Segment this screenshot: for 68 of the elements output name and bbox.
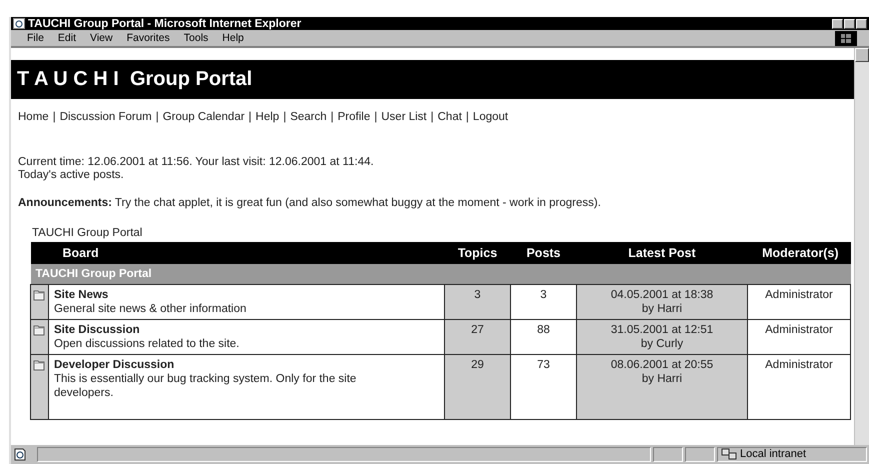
table-cell: 3	[510, 284, 576, 320]
column-header: Board	[30, 242, 444, 264]
announcement-text: Announcements: Try the chat applet, it is great fun (and also somewhat buggy at the moment - work in progress).	[18, 197, 602, 209]
nav-link[interactable]: Chat	[438, 111, 462, 123]
nav-link[interactable]: Discussion Forum	[60, 111, 152, 123]
menu-item[interactable]: Tools	[184, 32, 208, 44]
menu-item[interactable]: View	[90, 32, 113, 44]
nav-link[interactable]: Home	[18, 111, 49, 123]
board-description: This is essentially our bug tracking system. Only for the site developers.	[54, 373, 356, 399]
table-cell: Administrator	[748, 284, 850, 320]
folder-icon	[33, 359, 45, 371]
separator: |	[330, 111, 334, 123]
post-author: by Harri	[640, 302, 684, 316]
folder-icon	[33, 289, 45, 301]
folder-icon	[33, 324, 45, 336]
table-cell: Administrator	[748, 320, 850, 354]
table-cell: 3	[444, 284, 510, 320]
minimize-button[interactable]	[832, 18, 843, 28]
browser-icon	[13, 18, 25, 29]
menu-item[interactable]: Favorites	[126, 32, 170, 44]
table-cell: 27	[444, 320, 510, 354]
board-link[interactable]: Site Discussion	[54, 323, 439, 337]
menu-item[interactable]: Help	[222, 32, 244, 44]
breadcrumb-link[interactable]: TAUCHI Group Portal	[32, 227, 854, 239]
menu-item[interactable]: File	[27, 32, 44, 44]
post-date: 31.05.2001 at 12:51	[610, 323, 714, 337]
nav-link[interactable]: Logout	[472, 111, 508, 123]
post-author: by Curly	[640, 337, 684, 351]
post-date: 08.06.2001 at 20:55	[610, 358, 714, 372]
separator: |	[52, 111, 56, 123]
board-link[interactable]: Site News	[54, 288, 439, 302]
maximize-button[interactable]	[844, 18, 855, 28]
scroll-up-button[interactable]	[855, 48, 869, 62]
post-date: 04.05.2001 at 18:38	[610, 288, 714, 302]
nav-link[interactable]: Search	[290, 111, 327, 123]
current-time-text: Current time: 12.06.2001 at 11:56. Your last visit: 12.06.2001 at 11:44.	[18, 156, 375, 168]
page-header: T A U C H I Group Portal	[11, 60, 854, 99]
column-header: Moderator(s)	[748, 242, 850, 264]
board-description: Open discussions related to the site.	[54, 338, 240, 350]
separator: |	[283, 111, 286, 123]
window-title: TAUCHI Group Portal - Microsoft Internet Explorer	[28, 18, 302, 30]
nav-link[interactable]: Help	[256, 111, 280, 123]
nav-link[interactable]: Group Calendar	[162, 111, 245, 123]
status-panel	[685, 446, 715, 462]
close-button[interactable]	[856, 18, 867, 28]
category-row: TAUCHI Group Portal	[30, 264, 850, 284]
network-computers-icon	[721, 448, 737, 460]
board-link[interactable]: Developer Discussion	[54, 358, 404, 372]
nav-link[interactable]: Profile	[338, 111, 370, 123]
column-header: Posts	[510, 242, 576, 264]
page-icon	[13, 448, 27, 460]
column-header: Latest Post	[576, 242, 748, 264]
security-zone: Local intranet	[740, 448, 806, 460]
separator: |	[466, 111, 469, 123]
separator: |	[156, 111, 159, 123]
status-panel	[653, 446, 683, 462]
post-author: by Harri	[640, 372, 684, 386]
active-posts-link[interactable]: Today's active posts.	[18, 169, 854, 181]
separator: |	[248, 111, 252, 123]
table-cell: Administrator	[748, 354, 850, 420]
menu-item[interactable]: Edit	[58, 32, 76, 44]
board-description: General site news & other information	[54, 303, 246, 315]
separator: |	[430, 111, 434, 123]
windows-logo-icon	[840, 32, 852, 44]
separator: |	[374, 111, 378, 123]
nav-link[interactable]: User List	[381, 111, 427, 123]
column-header: Topics	[444, 242, 510, 264]
table-cell: 29	[444, 354, 510, 420]
